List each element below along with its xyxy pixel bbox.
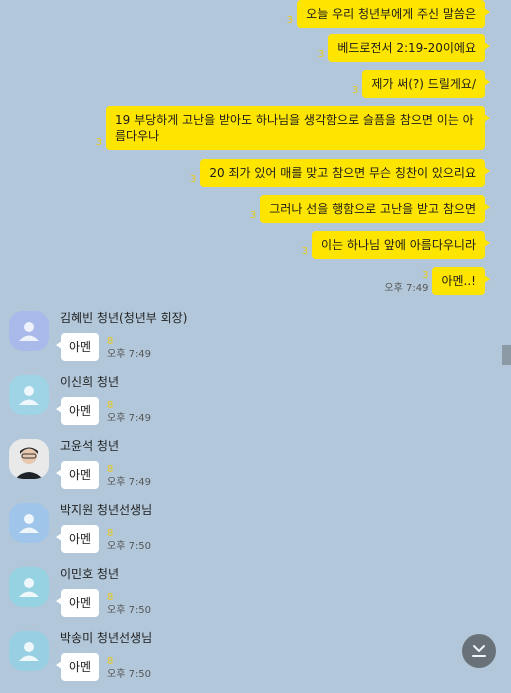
message-bubble[interactable]: 20 죄가 있어 매를 맞고 참으면 무슨 칭찬이 있으리요 <box>200 159 490 187</box>
unread-count: 8 <box>107 400 114 411</box>
message-bubble[interactable]: 아멘 <box>55 653 100 681</box>
message-time: 오후 7:49 <box>107 349 152 360</box>
chevron-down-icon <box>472 645 486 657</box>
message-time: 오후 7:50 <box>107 669 152 680</box>
outgoing-message: 3 오늘 우리 청년부에게 주신 말씀은 <box>286 0 490 28</box>
message-meta: 8 오후 7:50 <box>107 593 151 617</box>
message-bubble[interactable]: 아멘..! <box>432 267 490 295</box>
message-bubble[interactable]: 아멘 <box>55 333 100 361</box>
unread-count: 3 <box>422 270 429 281</box>
sender-name: 이신희 청년 <box>60 375 120 389</box>
avatar[interactable] <box>9 311 49 351</box>
unread-count: 8 <box>107 656 114 667</box>
message-bubble[interactable]: 19 부당하게 고난을 받아도 하나님을 생각함으로 슬픔을 참으면 이는 아름… <box>106 106 490 150</box>
sender-name: 박송미 청년선생님 <box>60 631 153 645</box>
incoming-message: 김혜빈 청년(청년부 회장) 아멘 8 오후 7:49 <box>9 311 409 373</box>
scrollbar-thumb[interactable] <box>502 345 511 365</box>
sender-name: 박지원 청년선생님 <box>60 503 153 517</box>
default-profile-icon <box>19 578 39 597</box>
default-profile-icon <box>19 386 39 405</box>
message-bubble[interactable]: 베드로전서 2:19-20이에요 <box>328 34 490 62</box>
avatar[interactable] <box>9 503 49 543</box>
unread-count: 8 <box>107 464 114 475</box>
default-profile-icon <box>19 322 39 341</box>
outgoing-message: 3 이는 하나님 앞에 아름다우니라 <box>301 231 490 259</box>
outgoing-message: 3 오후 7:49 아멘..! <box>384 267 490 295</box>
scroll-to-bottom-button[interactable] <box>462 634 496 668</box>
message-meta: 8 오후 7:49 <box>107 337 151 361</box>
chat-area: 3 오늘 우리 청년부에게 주신 말씀은 3 베드로전서 2:19-20이에요 … <box>0 0 511 681</box>
message-time: 오후 7:49 <box>384 283 429 294</box>
unread-count: 3 <box>286 15 294 26</box>
outgoing-message: 3 19 부당하게 고난을 받아도 하나님을 생각함으로 슬픔을 참으면 이는 … <box>95 106 490 150</box>
incoming-message: 박지원 청년선생님 아멘 8 오후 7:50 <box>9 503 409 565</box>
message-meta: 3 오후 7:49 <box>384 271 428 295</box>
sender-name: 이민호 청년 <box>60 567 120 581</box>
unread-count: 8 <box>107 336 114 347</box>
message-time: 오후 7:50 <box>107 541 152 552</box>
profile-photo-icon <box>9 439 49 479</box>
message-bubble[interactable]: 아멘 <box>55 525 100 553</box>
message-time: 오후 7:50 <box>107 605 152 616</box>
message-bubble[interactable]: 아멘 <box>55 589 100 617</box>
message-time: 오후 7:49 <box>107 477 152 488</box>
outgoing-message: 3 베드로전서 2:19-20이에요 <box>317 34 490 62</box>
message-bubble[interactable]: 아멘 <box>55 461 100 489</box>
unread-count: 3 <box>95 137 102 148</box>
unread-count: 3 <box>190 174 197 185</box>
avatar[interactable] <box>9 375 49 415</box>
message-meta: 8 오후 7:50 <box>107 657 151 681</box>
sender-name: 김혜빈 청년(청년부 회장) <box>60 311 188 325</box>
message-bubble[interactable]: 제가 써(?) 드릴게요/ <box>362 70 490 98</box>
incoming-message: 박송미 청년선생님 아멘 8 오후 7:50 <box>9 631 409 693</box>
unread-count: 8 <box>107 528 114 539</box>
message-bubble[interactable]: 그러나 선을 행함으로 고난을 받고 참으면 <box>260 195 490 223</box>
incoming-message: 이신희 청년 아멘 8 오후 7:49 <box>9 375 409 437</box>
message-bubble[interactable]: 오늘 우리 청년부에게 주신 말씀은 <box>297 0 490 28</box>
avatar[interactable] <box>9 439 49 479</box>
message-meta: 8 오후 7:49 <box>107 465 151 489</box>
message-time: 오후 7:49 <box>107 413 152 424</box>
default-profile-icon <box>19 514 39 533</box>
message-bubble[interactable]: 이는 하나님 앞에 아름다우니라 <box>312 231 490 259</box>
unread-count: 3 <box>317 49 325 60</box>
incoming-message: 고윤석 청년 아멘 8 오후 7:49 <box>9 439 409 501</box>
avatar[interactable] <box>9 567 49 607</box>
unread-count: 8 <box>107 592 114 603</box>
default-profile-icon <box>19 642 39 661</box>
incoming-message: 이민호 청년 아멘 8 오후 7:50 <box>9 567 409 629</box>
avatar[interactable] <box>9 631 49 671</box>
outgoing-message: 3 제가 써(?) 드릴게요/ <box>351 70 490 98</box>
unread-count: 3 <box>301 246 309 257</box>
sender-name: 고윤석 청년 <box>60 439 120 453</box>
message-meta: 8 오후 7:49 <box>107 401 151 425</box>
message-meta: 8 오후 7:50 <box>107 529 151 553</box>
outgoing-message: 3 20 죄가 있어 매를 맞고 참으면 무슨 칭찬이 있으리요 <box>190 159 490 187</box>
unread-count: 3 <box>351 85 359 96</box>
unread-count: 3 <box>249 210 257 221</box>
outgoing-message: 3 그러나 선을 행함으로 고난을 받고 참으면 <box>249 195 490 223</box>
message-bubble[interactable]: 아멘 <box>55 397 100 425</box>
